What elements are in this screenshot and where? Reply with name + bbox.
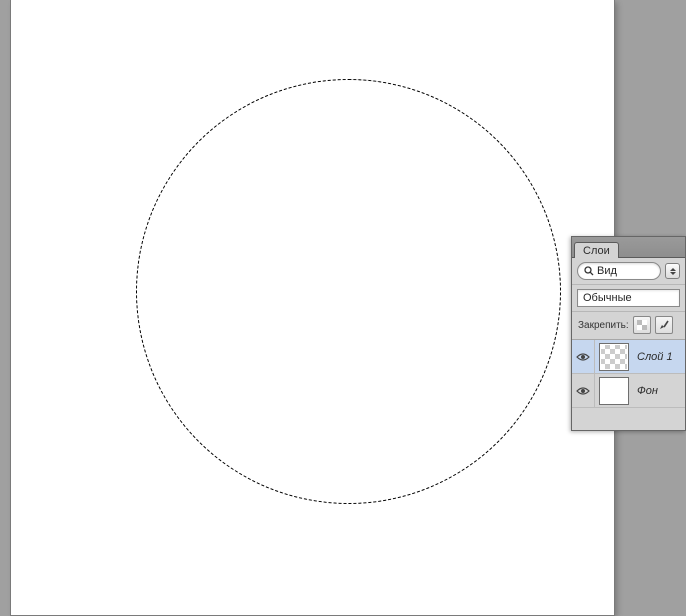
eye-icon [576, 352, 590, 362]
selection-marquee [136, 79, 561, 504]
search-icon [584, 266, 594, 276]
lock-brush-button[interactable] [655, 316, 673, 334]
eye-icon [576, 386, 590, 396]
layers-list: Слой 1 Фон [572, 340, 685, 430]
lock-pixels-button[interactable] [633, 316, 651, 334]
layer-filter-label: Вид [597, 265, 617, 277]
visibility-toggle[interactable] [572, 340, 595, 373]
document-canvas[interactable] [11, 0, 614, 615]
blend-mode-label: Обычные [583, 292, 632, 304]
layer-row[interactable]: Слой 1 [572, 340, 685, 374]
checker-icon [637, 320, 647, 330]
blend-mode-dropdown[interactable]: Обычные [577, 289, 680, 307]
layer-thumbnail[interactable] [599, 377, 629, 405]
lock-label: Закрепить: [578, 320, 629, 331]
layer-row[interactable]: Фон [572, 374, 685, 408]
layers-panel: Слои Вид Обычные Закрепить: [571, 236, 686, 431]
layer-filter-row: Вид [572, 258, 685, 285]
layer-filter-dropdown[interactable]: Вид [577, 262, 661, 280]
visibility-toggle[interactable] [572, 374, 595, 407]
brush-icon [659, 320, 669, 330]
layer-name[interactable]: Слой 1 [637, 351, 673, 363]
layer-thumbnail[interactable] [599, 343, 629, 371]
tab-layers[interactable]: Слои [574, 242, 619, 258]
chevron-up-icon [670, 268, 676, 271]
lock-row: Закрепить: [572, 312, 685, 340]
layer-name[interactable]: Фон [637, 385, 658, 397]
layers-empty-area[interactable] [572, 408, 685, 430]
chevron-down-icon [670, 272, 676, 275]
blend-mode-row: Обычные [572, 285, 685, 312]
panel-tab-bar: Слои [572, 237, 685, 258]
filter-stepper[interactable] [665, 263, 680, 279]
